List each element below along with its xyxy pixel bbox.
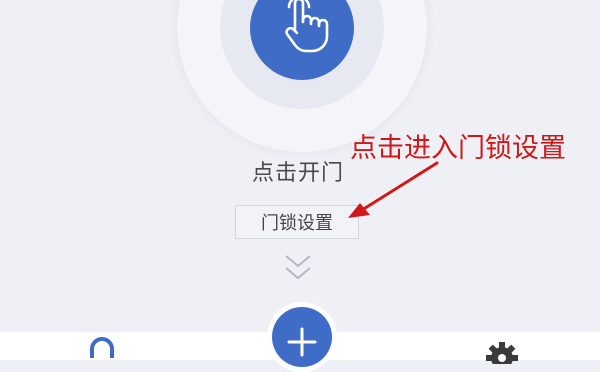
gear-icon[interactable] bbox=[484, 340, 520, 364]
annotation-arrow bbox=[348, 161, 439, 218]
hand-tap-icon bbox=[285, 0, 329, 53]
plus-icon bbox=[287, 327, 317, 357]
double-chevron-down-icon[interactable] bbox=[284, 253, 312, 283]
add-button[interactable] bbox=[272, 307, 332, 367]
unlock-button[interactable] bbox=[250, 0, 354, 80]
lock-icon[interactable] bbox=[84, 336, 120, 360]
